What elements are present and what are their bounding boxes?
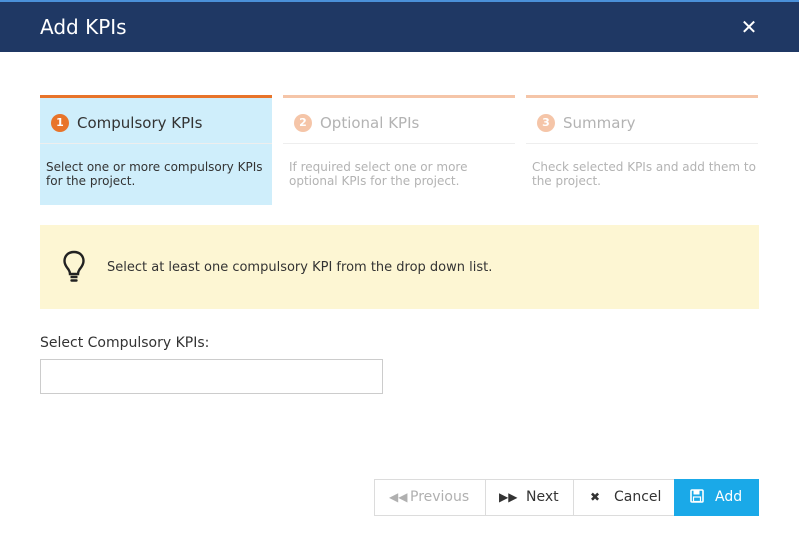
step-header: 2 Optional KPIs <box>283 98 515 144</box>
step-label: Optional KPIs <box>320 114 420 132</box>
wizard-steps: 1 Compulsory KPIs Select one or more com… <box>40 95 759 205</box>
hint-alert: Select at least one compulsory KPI from … <box>40 225 759 309</box>
save-icon <box>690 480 704 515</box>
cancel-button-label: Cancel <box>614 489 662 505</box>
step-header: 1 Compulsory KPIs <box>40 98 272 144</box>
step-description: Check selected KPIs and add them to the … <box>532 160 756 188</box>
dialog-title: Add KPIs <box>40 15 127 39</box>
step-description: If required select one or more optional … <box>289 160 468 188</box>
step-number-badge: 2 <box>294 114 312 132</box>
cancel-button[interactable]: ✖ Cancel <box>573 479 675 516</box>
step-number-badge: 1 <box>51 114 69 132</box>
compulsory-kpis-label: Select Compulsory KPIs: <box>40 335 210 351</box>
dialog-header: Add KPIs ✕ <box>0 0 799 52</box>
step-label: Compulsory KPIs <box>77 114 203 132</box>
hint-text: Select at least one compulsory KPI from … <box>107 260 493 275</box>
next-button-label: Next <box>526 489 559 505</box>
add-button-label: Add <box>715 489 743 505</box>
close-icon: ✖ <box>590 490 601 504</box>
previous-button-label: Previous <box>410 489 470 505</box>
step-label: Summary <box>563 114 636 132</box>
next-button[interactable]: ▶▶ Next <box>485 479 574 516</box>
previous-button[interactable]: ◀◀ Previous <box>374 479 486 516</box>
compulsory-kpis-select[interactable] <box>40 359 383 394</box>
step-compulsory-kpis[interactable]: 1 Compulsory KPIs Select one or more com… <box>40 95 272 205</box>
double-right-icon: ▶▶ <box>499 490 518 504</box>
step-number-badge: 3 <box>537 114 555 132</box>
step-header: 3 Summary <box>526 98 758 144</box>
step-description: Select one or more compulsory KPIs for t… <box>46 160 263 188</box>
step-summary[interactable]: 3 Summary Check selected KPIs and add th… <box>526 95 758 205</box>
lightbulb-icon <box>63 250 85 282</box>
close-button[interactable]: ✕ <box>737 15 761 39</box>
add-button[interactable]: Add <box>674 479 759 516</box>
double-left-icon: ◀◀ <box>389 490 408 504</box>
close-icon: ✕ <box>740 15 758 39</box>
step-optional-kpis[interactable]: 2 Optional KPIs If required select one o… <box>283 95 515 205</box>
